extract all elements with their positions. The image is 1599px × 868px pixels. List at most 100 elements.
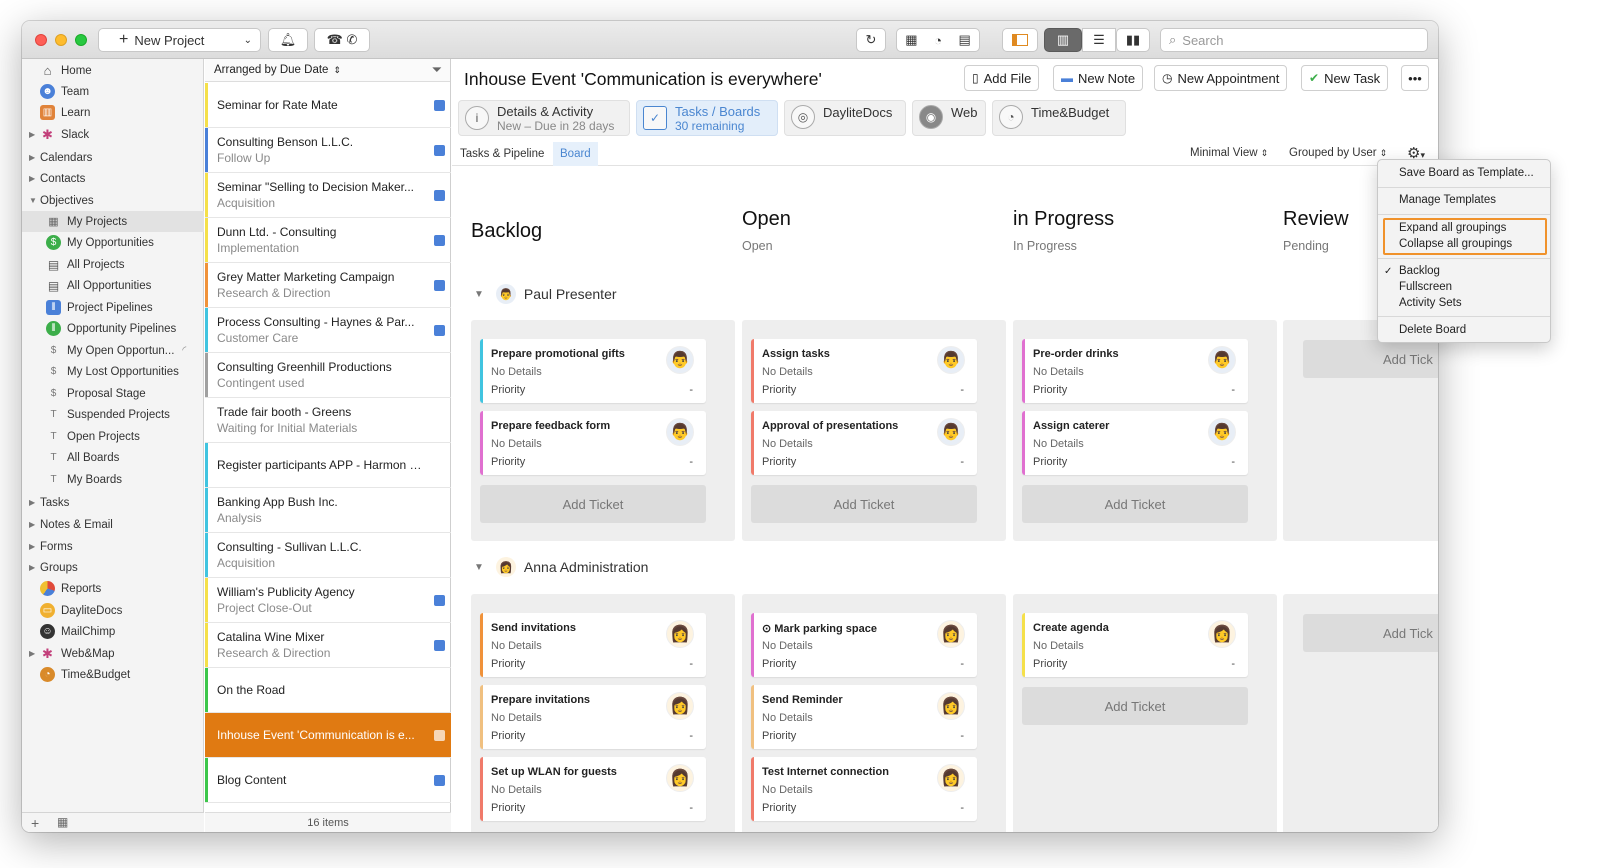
- task-card[interactable]: Pre-order drinks No Details Priority - 👨: [1022, 339, 1248, 403]
- disclosure-icon[interactable]: ▶: [29, 153, 35, 162]
- list-item[interactable]: Seminar for Rate Mate: [205, 83, 451, 128]
- disclosure-icon[interactable]: ▶: [29, 130, 35, 139]
- task-card[interactable]: Assign tasks No Details Priority - 👨: [751, 339, 977, 403]
- chart-view-button[interactable]: ▮▮: [1116, 28, 1150, 52]
- list-item[interactable]: Consulting - Sullivan L.L.C. Acquisition: [205, 533, 451, 578]
- group-header-paul[interactable]: ▼ 👨 Paul Presenter: [474, 284, 617, 304]
- sidebar-item-tasks[interactable]: ▶ Tasks: [22, 492, 204, 513]
- sidebar-item-project-pipelines[interactable]: ⫴ Project Pipelines: [22, 297, 204, 318]
- list-item[interactable]: Grey Matter Marketing Campaign Research &…: [205, 263, 451, 308]
- disclosure-icon[interactable]: ▶: [29, 649, 35, 658]
- sync-button[interactable]: ↻: [856, 28, 886, 52]
- new-task-button[interactable]: ✔ New Task: [1301, 65, 1389, 91]
- sidebar-item-learn[interactable]: ▥ Learn: [22, 102, 204, 123]
- new-appointment-button[interactable]: ◷ New Appointment: [1154, 65, 1288, 91]
- sidebar-item-all-boards[interactable]: T All Boards: [22, 447, 204, 468]
- list-item[interactable]: Catalina Wine Mixer Research & Direction: [205, 623, 451, 668]
- add-ticket-button[interactable]: Add Ticket: [751, 485, 977, 523]
- sidebar-item-reports[interactable]: Reports: [22, 578, 204, 599]
- add-ticket-button[interactable]: Add Ticket: [480, 485, 706, 523]
- task-card[interactable]: Send invitations No Details Priority - 👩: [480, 613, 706, 677]
- list-item[interactable]: Seminar "Selling to Decision Maker... Acq…: [205, 173, 451, 218]
- list-view-button[interactable]: ☰: [1082, 28, 1116, 52]
- sidebar-item-open-projects[interactable]: T Open Projects: [22, 426, 204, 447]
- sidebar-item-calendars[interactable]: ▶ Calendars: [22, 147, 204, 168]
- sidebar-item-my-open-opportunities[interactable]: $ My Open Opportun... ◜: [22, 340, 204, 361]
- task-card[interactable]: Test Internet connection No Details Priori…: [751, 757, 977, 821]
- task-card[interactable]: Send Reminder No Details Priority - 👩: [751, 685, 977, 749]
- disclosure-open-icon[interactable]: ▼: [29, 196, 37, 205]
- menu-item-fullscreen[interactable]: Fullscreen: [1399, 281, 1452, 293]
- sidebar-item-slack[interactable]: ▶ ✱ Slack: [22, 124, 204, 145]
- new-project-button[interactable]: + New Project ⌄: [98, 28, 261, 52]
- add-ticket-button[interactable]: Add Tick: [1303, 340, 1438, 378]
- tab-tasks-boards[interactable]: ✓ Tasks / Boards 30 remaining: [636, 100, 778, 136]
- sidebar-item-objectives[interactable]: ▼ Objectives: [22, 190, 204, 211]
- tab-details-activity[interactable]: i Details & Activity New – Due in 28 days: [458, 100, 630, 136]
- task-card[interactable]: Prepare promotional gifts No Details Prior…: [480, 339, 706, 403]
- list-item[interactable]: Blog Content: [205, 758, 451, 803]
- sidebar-item-notes-email[interactable]: ▶ Notes & Email: [22, 514, 204, 535]
- disclosure-icon[interactable]: ▶: [29, 174, 35, 183]
- view-selector[interactable]: Minimal View ⇕: [1190, 147, 1268, 159]
- sidebar-item-opportunity-pipelines[interactable]: ⫴ Opportunity Pipelines: [22, 318, 204, 339]
- sidebar-item-groups[interactable]: ▶ Groups: [22, 557, 204, 578]
- task-card[interactable]: Prepare invitations No Details Priority - 👩: [480, 685, 706, 749]
- tab-web[interactable]: ◉ Web: [912, 100, 986, 136]
- sidebar-item-my-projects[interactable]: ▦ My Projects: [22, 211, 204, 232]
- menu-item-save-template[interactable]: Save Board as Template...: [1399, 167, 1534, 179]
- add-ticket-button[interactable]: Add Ticket: [1022, 687, 1248, 725]
- menu-item-backlog[interactable]: Backlog: [1399, 265, 1440, 277]
- sidebar-item-my-lost-opportunities[interactable]: $ My Lost Opportunities: [22, 361, 204, 382]
- sidebar-item-contacts[interactable]: ▶ Contacts: [22, 168, 204, 189]
- list-item[interactable]: William's Publicity Agency Project Close-…: [205, 578, 451, 623]
- sidebar-item-all-opportunities[interactable]: ▤ All Opportunities: [22, 275, 204, 296]
- sidebar-item-forms[interactable]: ▶ Forms: [22, 536, 204, 557]
- list-item[interactable]: Consulting Greenhill Productions Continge…: [205, 353, 451, 398]
- task-card[interactable]: Prepare feedback form No Details Priority -…: [480, 411, 706, 475]
- sidebar-toggle-button[interactable]: [1002, 28, 1038, 52]
- list-item[interactable]: On the Road: [205, 668, 451, 713]
- list-item[interactable]: Inhouse Event 'Communication is e...: [205, 713, 451, 758]
- close-window-button[interactable]: [35, 34, 47, 46]
- sidebar-item-timebudget[interactable]: ◔ Time&Budget: [22, 664, 204, 685]
- tab-daylitedocs[interactable]: ◎ DayliteDocs: [784, 100, 906, 136]
- grouping-selector[interactable]: Grouped by User ⇕: [1289, 147, 1387, 159]
- list-sort-header[interactable]: Arranged by Due Date ⇕ ⏷: [205, 59, 450, 82]
- sidebar-item-my-opportunities[interactable]: $ My Opportunities: [22, 232, 204, 253]
- sidebar-item-home[interactable]: ⌂ Home: [22, 60, 204, 81]
- disclosure-icon[interactable]: ▶: [29, 498, 35, 507]
- sidebar-item-all-projects[interactable]: ▤ All Projects: [22, 254, 204, 275]
- tab-timebudget[interactable]: ◔ Time&Budget: [992, 100, 1126, 136]
- menu-item-expand-all[interactable]: Expand all groupings: [1399, 222, 1506, 234]
- new-note-button[interactable]: ▬ New Note: [1053, 65, 1144, 91]
- phone-button[interactable]: ☎︎ ✆: [314, 28, 370, 52]
- notifications-button[interactable]: 🔔︎: [268, 28, 308, 52]
- minimize-window-button[interactable]: [55, 34, 67, 46]
- task-card[interactable]: Assign caterer No Details Priority - 👨: [1022, 411, 1248, 475]
- search-field[interactable]: ⌕ Search: [1160, 28, 1428, 52]
- more-button[interactable]: •••: [1401, 65, 1429, 91]
- add-file-button[interactable]: ▯ Add File: [964, 65, 1040, 91]
- list-item[interactable]: Consulting Benson L.L.C. Follow Up: [205, 128, 451, 173]
- chevron-down-icon[interactable]: ⌄: [244, 35, 252, 46]
- table-icon[interactable]: ▦: [57, 815, 68, 829]
- collapse-icon[interactable]: ▼: [474, 289, 484, 300]
- list-item[interactable]: Process Consulting - Haynes & Par... Cust…: [205, 308, 451, 353]
- filter-icon[interactable]: ⏷: [432, 62, 442, 78]
- disclosure-icon[interactable]: ▶: [29, 520, 35, 529]
- task-card[interactable]: ⊙ Mark parking space No Details Priority - 👩: [751, 613, 977, 677]
- menu-item-manage-templates[interactable]: Manage Templates: [1399, 194, 1496, 206]
- sidebar-item-daylitedocs[interactable]: ▭ DayliteDocs: [22, 600, 204, 621]
- group-header-anna[interactable]: ▼ 👩 Anna Administration: [474, 557, 648, 577]
- calendar-button[interactable]: ▦ ◔ ▤: [896, 28, 980, 52]
- sidebar-item-team[interactable]: ☻ Team: [22, 81, 204, 102]
- menu-item-delete-board[interactable]: Delete Board: [1399, 324, 1466, 336]
- tab-board[interactable]: Board: [553, 142, 598, 166]
- list-item[interactable]: Dunn Ltd. - Consulting Implementation: [205, 218, 451, 263]
- sidebar-item-mailchimp[interactable]: ☺ MailChimp: [22, 621, 204, 642]
- list-item[interactable]: Banking App Bush Inc. Analysis: [205, 488, 451, 533]
- collapse-icon[interactable]: ▼: [474, 562, 484, 573]
- disclosure-icon[interactable]: ▶: [29, 563, 35, 572]
- tab-tasks-pipeline[interactable]: Tasks & Pipeline: [453, 142, 551, 166]
